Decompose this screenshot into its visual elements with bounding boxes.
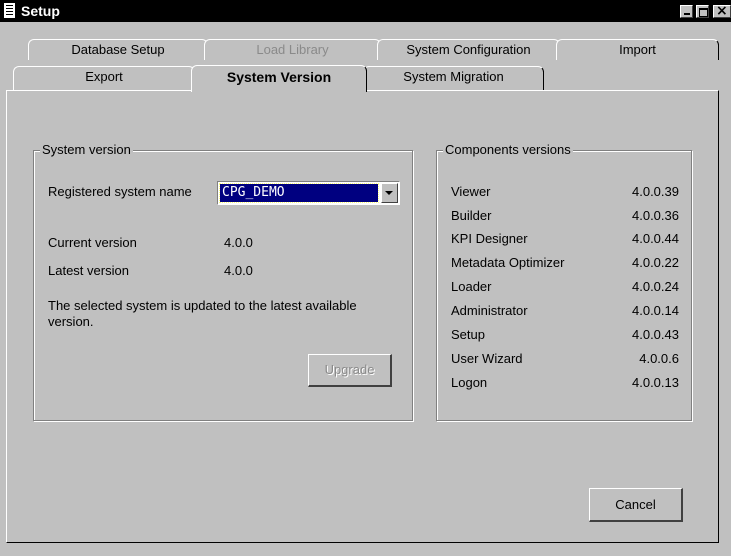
group-title: System version [40, 142, 133, 158]
tab-import[interactable]: Import [556, 39, 719, 60]
tab-system-migration[interactable]: System Migration [363, 66, 544, 90]
tab-panel: System version Registered system name CP… [6, 90, 719, 543]
tab-export[interactable]: Export [13, 66, 195, 90]
minimize-icon [684, 13, 690, 15]
cancel-button[interactable]: Cancel [589, 488, 683, 522]
latest-version-label: Latest version [48, 263, 129, 278]
component-name: KPI Designer [451, 231, 528, 246]
registered-system-select[interactable]: CPG_DEMO [217, 181, 400, 205]
component-version: 4.0.0.44 [632, 231, 679, 246]
registered-system-value: CPG_DEMO [219, 183, 379, 203]
tab-label: Load Library [256, 42, 329, 57]
button-label: Cancel [615, 497, 656, 512]
component-version: 4.0.0.14 [632, 303, 679, 318]
component-version: 4.0.0.22 [632, 255, 679, 270]
current-version-value: 4.0.0 [224, 235, 253, 250]
tab-system-version[interactable]: System Version [191, 65, 367, 92]
latest-version-value: 4.0.0 [224, 263, 253, 278]
component-version: 4.0.0.24 [632, 279, 679, 294]
button-label: Upgrade [324, 362, 375, 377]
component-version: 4.0.0.6 [639, 351, 679, 366]
maximize-icon [699, 8, 708, 17]
system-version-group: System version Registered system name CP… [33, 142, 413, 421]
minimize-button[interactable] [680, 5, 693, 18]
maximize-button[interactable] [696, 5, 709, 18]
current-version-label: Current version [48, 235, 137, 250]
component-version: 4.0.0.13 [632, 375, 679, 390]
status-message: The selected system is updated to the la… [48, 298, 357, 329]
tab-label: System Version [226, 69, 332, 85]
tab-label: System Configuration [406, 42, 531, 57]
component-version: 4.0.0.43 [632, 327, 679, 342]
title-bar: Setup × [0, 0, 731, 22]
tab-label: Database Setup [71, 42, 165, 57]
group-title: Components versions [443, 142, 573, 158]
window-title: Setup [21, 3, 60, 19]
app-icon [4, 3, 15, 18]
tab-database-setup[interactable]: Database Setup [28, 39, 208, 60]
tab-load-library[interactable]: Load Library [204, 39, 381, 60]
tab-system-configuration[interactable]: System Configuration [377, 39, 560, 60]
component-name: Setup [451, 327, 485, 342]
component-name: Loader [451, 279, 492, 294]
chevron-down-icon [385, 191, 393, 195]
component-version: 4.0.0.36 [632, 208, 679, 223]
components-versions-group: Components versions Viewer 4.0.0.39 Buil… [436, 142, 692, 421]
component-name: User Wizard [451, 351, 523, 366]
component-name: Builder [451, 208, 492, 223]
component-name: Metadata Optimizer [451, 255, 565, 270]
tab-label: Export [85, 69, 123, 84]
tab-label: Import [619, 42, 656, 57]
tab-label: System Migration [403, 69, 504, 84]
component-name: Logon [451, 375, 488, 390]
component-name: Viewer [451, 184, 491, 199]
component-version: 4.0.0.39 [632, 184, 679, 199]
close-icon: × [716, 3, 728, 19]
registered-system-label: Registered system name [48, 184, 192, 199]
upgrade-button[interactable]: Upgrade [308, 354, 392, 387]
close-button[interactable]: × [713, 3, 731, 19]
component-name: Administrator [451, 303, 528, 318]
dropdown-button[interactable] [381, 183, 398, 203]
